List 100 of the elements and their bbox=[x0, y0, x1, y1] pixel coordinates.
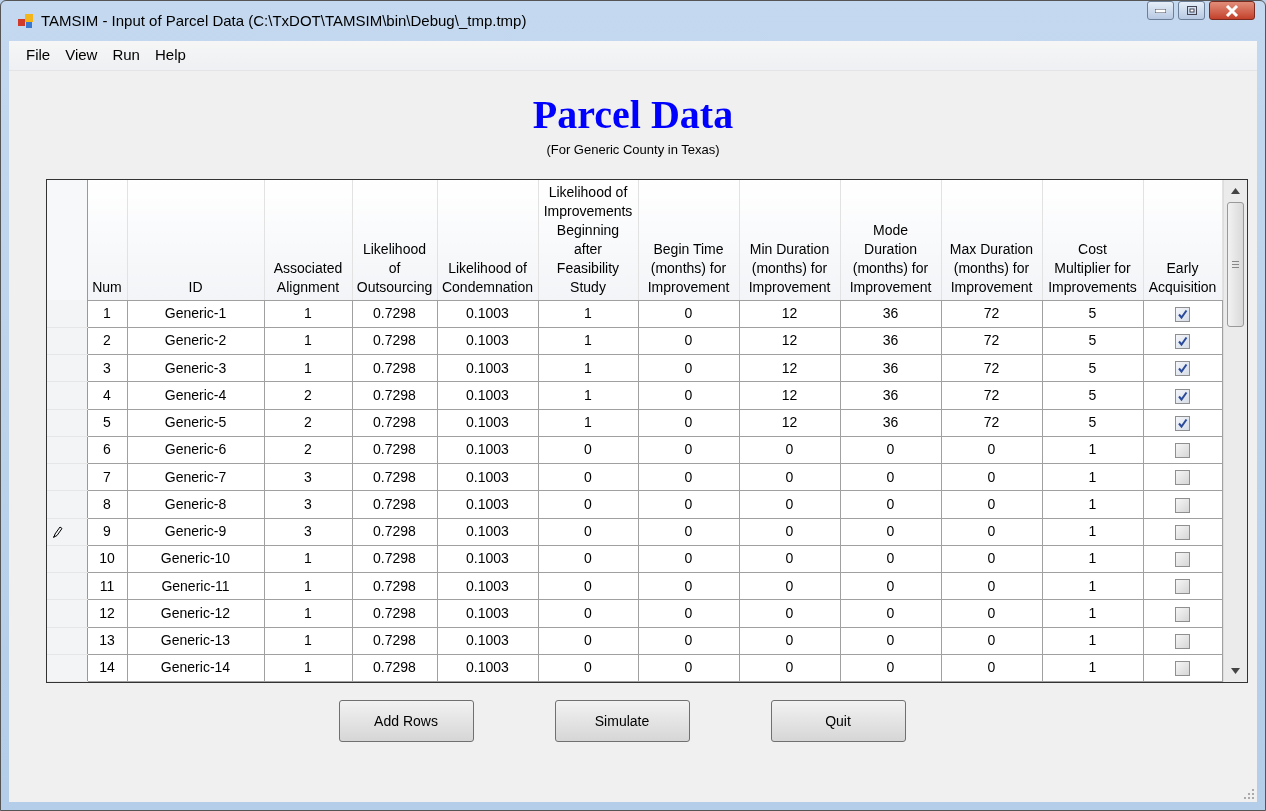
checkbox[interactable] bbox=[1175, 579, 1190, 595]
table-cell: 36 bbox=[840, 409, 941, 437]
table-cell: 0 bbox=[638, 654, 739, 682]
table-cell: 0 bbox=[840, 654, 941, 682]
table-cell: 0 bbox=[739, 627, 840, 655]
column-header: Begin Time (months) for Improvement bbox=[647, 239, 730, 297]
table-cell: 0 bbox=[638, 490, 739, 518]
table-cell: 2 bbox=[264, 436, 352, 464]
table-cell: 0.1003 bbox=[437, 545, 538, 573]
checkbox[interactable] bbox=[1175, 388, 1190, 404]
table-cell: 0 bbox=[638, 572, 739, 600]
menu-item[interactable]: File bbox=[19, 44, 58, 67]
row-header[interactable] bbox=[47, 518, 87, 546]
menu-item[interactable]: Help bbox=[147, 44, 193, 67]
table-cell: 0.7298 bbox=[352, 409, 437, 437]
table-cell: 0 bbox=[638, 627, 739, 655]
table-cell: 0 bbox=[739, 599, 840, 627]
scrollbar[interactable] bbox=[1222, 180, 1247, 682]
table-cell: 12 bbox=[739, 409, 840, 437]
resize-grip-icon[interactable] bbox=[1244, 789, 1254, 799]
table-cell: 1 bbox=[1042, 654, 1143, 682]
table-cell: 0 bbox=[941, 490, 1042, 518]
table-cell: 12 bbox=[739, 381, 840, 409]
table-cell: 0.1003 bbox=[437, 327, 538, 355]
table-cell: 0.1003 bbox=[437, 518, 538, 546]
checkbox[interactable] bbox=[1175, 361, 1190, 377]
menu-item[interactable]: View bbox=[58, 44, 105, 67]
table-cell: 0 bbox=[538, 627, 638, 655]
action-button[interactable]: Quit bbox=[770, 700, 906, 742]
table-cell: 0.7298 bbox=[352, 490, 437, 518]
table-cell: Generic-3 bbox=[127, 354, 264, 382]
table-cell: 0.7298 bbox=[352, 654, 437, 682]
table-cell: 1 bbox=[1042, 436, 1143, 464]
table-cell: 1 bbox=[264, 300, 352, 328]
table-cell: 3 bbox=[264, 490, 352, 518]
table-cell: 0 bbox=[941, 654, 1042, 682]
table-cell: 0 bbox=[941, 545, 1042, 573]
table-cell: 0 bbox=[739, 572, 840, 600]
table-cell: 0 bbox=[840, 545, 941, 573]
table-cell: 3 bbox=[264, 463, 352, 491]
table-cell: 12 bbox=[739, 354, 840, 382]
table-cell: 0 bbox=[840, 572, 941, 600]
checkbox[interactable] bbox=[1175, 524, 1190, 540]
table-cell: 0 bbox=[638, 436, 739, 464]
scroll-down-icon[interactable] bbox=[1230, 668, 1240, 674]
checkbox[interactable] bbox=[1175, 470, 1190, 486]
table-cell: 36 bbox=[840, 381, 941, 409]
checkbox[interactable] bbox=[1175, 633, 1190, 649]
checkbox[interactable] bbox=[1175, 606, 1190, 622]
table-cell: 1 bbox=[264, 599, 352, 627]
table-cell: 0 bbox=[941, 463, 1042, 491]
checkbox[interactable] bbox=[1175, 306, 1190, 322]
table-cell: 72 bbox=[941, 327, 1042, 355]
table-cell: 1 bbox=[538, 409, 638, 437]
table-cell: Generic-5 bbox=[127, 409, 264, 437]
check-icon bbox=[1177, 336, 1188, 348]
table-cell: 5 bbox=[1042, 354, 1143, 382]
table-cell: 1 bbox=[264, 627, 352, 655]
table-cell: 0 bbox=[638, 599, 739, 627]
table-cell: 0 bbox=[739, 545, 840, 573]
table-cell: 0 bbox=[739, 654, 840, 682]
checkbox[interactable] bbox=[1175, 415, 1190, 431]
table-cell: 0.7298 bbox=[352, 572, 437, 600]
scroll-up-icon[interactable] bbox=[1230, 188, 1240, 194]
table-cell: 0.1003 bbox=[437, 354, 538, 382]
table-cell: 0 bbox=[538, 572, 638, 600]
table-cell: 5 bbox=[1042, 327, 1143, 355]
page-subheading: (For Generic County in Texas) bbox=[546, 141, 720, 159]
table-cell: Generic-13 bbox=[127, 627, 264, 655]
table-cell: 72 bbox=[941, 300, 1042, 328]
scrollbar-thumb[interactable] bbox=[1226, 202, 1244, 327]
table-cell: 0 bbox=[739, 463, 840, 491]
table-cell: Generic-7 bbox=[127, 463, 264, 491]
table-cell: 0.1003 bbox=[437, 599, 538, 627]
checkbox[interactable] bbox=[1175, 334, 1190, 350]
grip-icon bbox=[1231, 261, 1239, 268]
action-button[interactable]: Simulate bbox=[554, 700, 690, 742]
menu-item[interactable]: Run bbox=[105, 44, 147, 67]
table-cell: 0 bbox=[739, 518, 840, 546]
table-cell: 0 bbox=[538, 654, 638, 682]
checkbox[interactable] bbox=[1175, 497, 1190, 513]
table-cell: 0.7298 bbox=[352, 545, 437, 573]
table-cell: 0.1003 bbox=[437, 490, 538, 518]
action-button[interactable]: Add Rows bbox=[338, 700, 474, 742]
close-button[interactable] bbox=[1209, 1, 1255, 20]
table-cell: 0 bbox=[941, 518, 1042, 546]
checkbox[interactable] bbox=[1175, 443, 1190, 459]
table-cell: 0 bbox=[538, 599, 638, 627]
table-cell: 5 bbox=[1042, 300, 1143, 328]
column-header: Mode Duration (months) for Improvement bbox=[849, 220, 932, 297]
table-cell: 1 bbox=[264, 545, 352, 573]
table-cell: 0 bbox=[941, 572, 1042, 600]
checkbox[interactable] bbox=[1175, 661, 1190, 677]
table-cell: 0.1003 bbox=[437, 436, 538, 464]
minimize-button[interactable] bbox=[1147, 1, 1174, 20]
table-cell: 0 bbox=[840, 627, 941, 655]
checkbox[interactable] bbox=[1175, 552, 1190, 568]
maximize-button[interactable] bbox=[1178, 1, 1205, 20]
table-cell: 2 bbox=[264, 409, 352, 437]
maximize-icon bbox=[1186, 6, 1197, 15]
